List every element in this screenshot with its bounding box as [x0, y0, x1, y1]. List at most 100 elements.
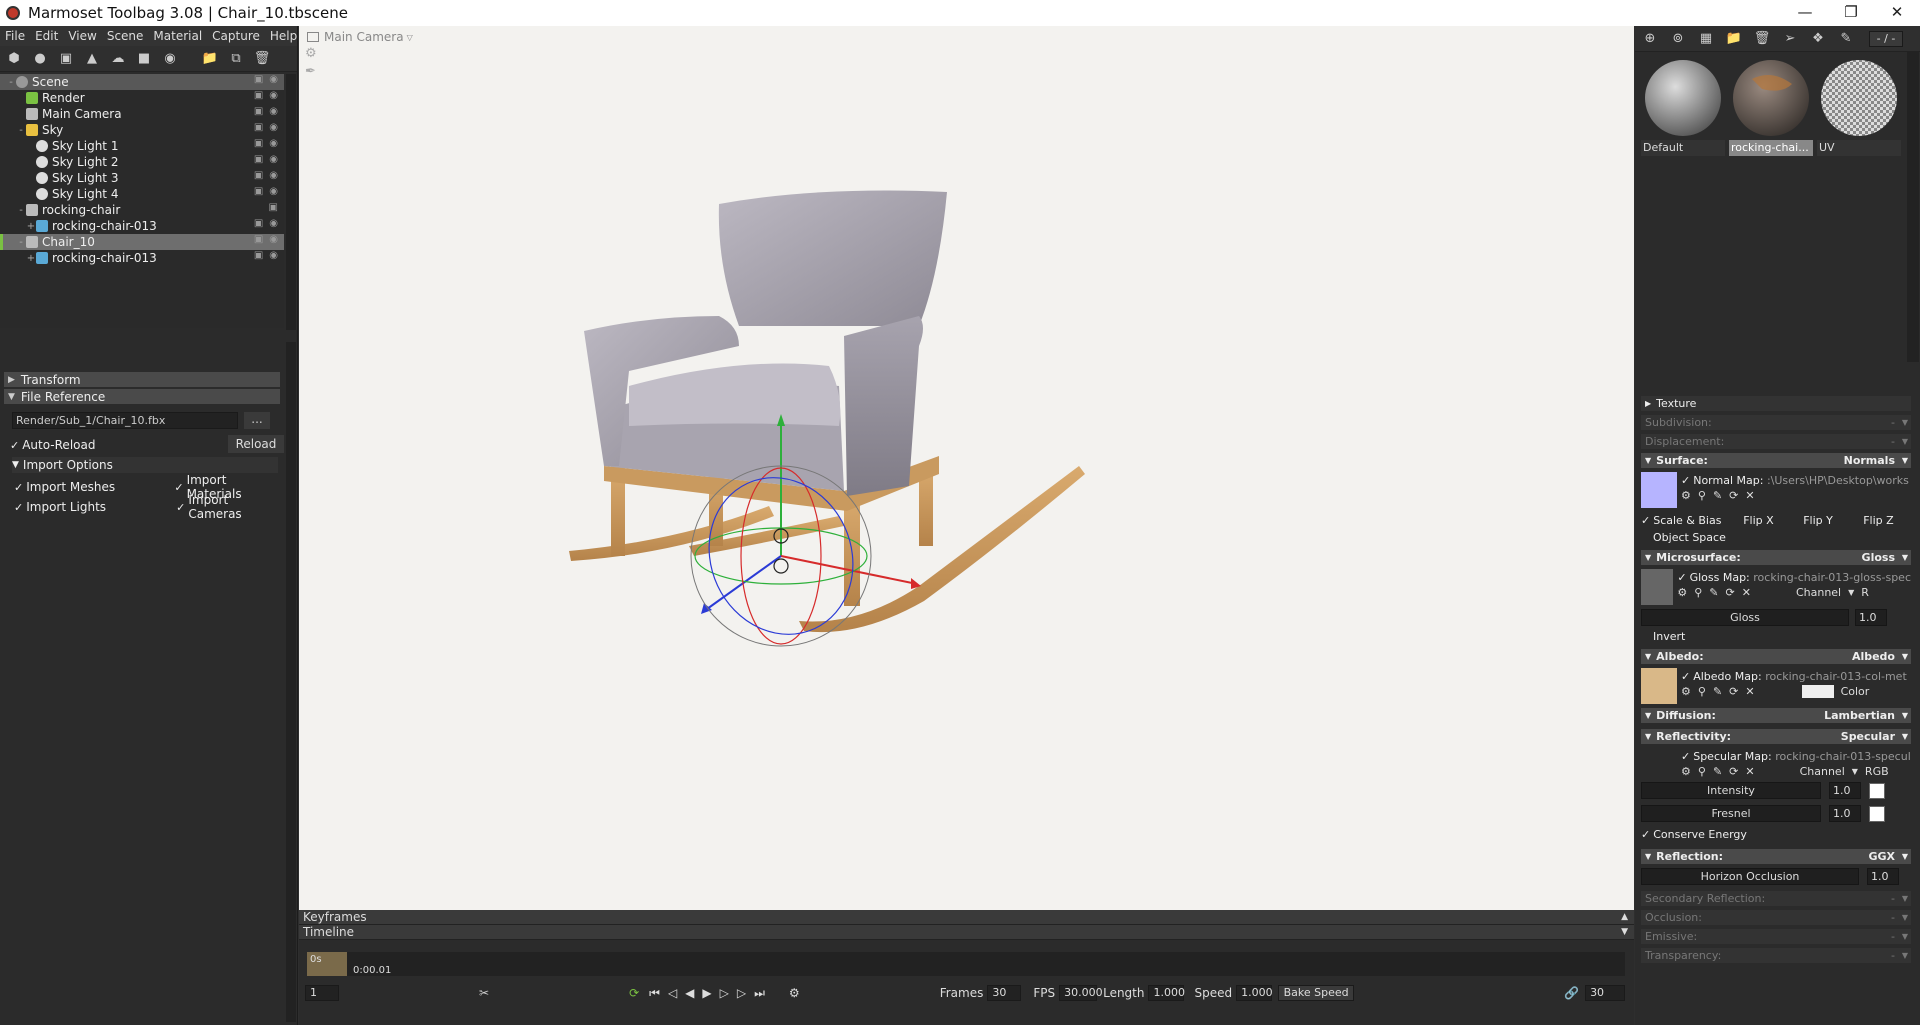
- restore-icon[interactable]: ❐: [1828, 0, 1874, 26]
- visibility-eye-icon[interactable]: ◉: [269, 170, 278, 181]
- lock-icon[interactable]: ▣: [254, 138, 263, 149]
- scene-tree-item[interactable]: Sky Light 4 ▣ ◉: [0, 186, 284, 202]
- subdivision-section[interactable]: Subdivision: - ▼: [1641, 415, 1911, 430]
- reflection-section[interactable]: ▼ Reflection: GGX ▼: [1641, 849, 1911, 864]
- normal-map-thumbnail[interactable]: [1641, 472, 1677, 508]
- lock-icon[interactable]: ▣: [254, 218, 263, 229]
- scene-tree-item[interactable]: Main Camera ▣ ◉: [0, 106, 284, 122]
- minimize-icon[interactable]: —: [1782, 0, 1828, 26]
- texture-section[interactable]: ▶ Texture: [1641, 396, 1911, 411]
- diffusion-value[interactable]: Lambertian: [1824, 709, 1895, 722]
- search-icon[interactable]: ⚲: [1698, 489, 1706, 502]
- fresnel-value[interactable]: 1.0: [1829, 805, 1861, 822]
- gloss-map-path[interactable]: rocking-chair-013-gloss-spec: [1753, 571, 1911, 584]
- skip-end-icon[interactable]: ⏭: [754, 986, 765, 1001]
- reflectivity-section[interactable]: ▼ Reflectivity: Specular ▼: [1641, 729, 1911, 744]
- close-icon[interactable]: ✕: [1742, 586, 1751, 599]
- scene-tree-item[interactable]: Sky Light 1 ▣ ◉: [0, 138, 284, 154]
- add-turntable-icon[interactable]: ◉: [160, 50, 180, 68]
- import-options-section[interactable]: ▼ Import Options: [12, 457, 278, 473]
- reflection-value[interactable]: GGX: [1868, 850, 1895, 863]
- add-fog-icon[interactable]: ☁: [108, 50, 128, 68]
- fresnel-slider[interactable]: Fresnel: [1641, 805, 1821, 822]
- occlusion-section[interactable]: Occlusion: - ▼: [1641, 910, 1911, 925]
- lock-icon[interactable]: ▣: [269, 202, 278, 213]
- refresh-icon[interactable]: ⟳: [1729, 685, 1738, 698]
- normal-map-path[interactable]: :\Users\HP\Desktop\works: [1767, 474, 1909, 487]
- import-cameras-checkbox[interactable]: ✓: [176, 501, 185, 514]
- scene-tree-item[interactable]: - Sky ▣ ◉: [0, 122, 284, 138]
- material-rocking-chair[interactable]: rocking-chai...: [1729, 56, 1813, 156]
- close-icon[interactable]: ✕: [1745, 685, 1754, 698]
- settings-icon[interactable]: ⚙: [1681, 489, 1691, 502]
- gloss-slider[interactable]: Gloss: [1641, 609, 1849, 626]
- import-meshes-checkbox[interactable]: ✓: [14, 481, 23, 494]
- prev-key-icon[interactable]: ◁: [668, 986, 677, 1000]
- lock-icon[interactable]: ▣: [254, 186, 263, 197]
- close-icon[interactable]: ✕: [1745, 489, 1754, 502]
- visibility-eye-icon[interactable]: ◉: [269, 90, 278, 101]
- end-frame-field[interactable]: 30: [1585, 985, 1626, 1001]
- dropdown-icon[interactable]: ▼: [1852, 767, 1858, 776]
- add-light-icon[interactable]: ●: [30, 50, 50, 68]
- color-swatch[interactable]: [1801, 685, 1834, 698]
- search-icon[interactable]: ⚲: [1698, 685, 1706, 698]
- lock-icon[interactable]: ▣: [254, 250, 263, 261]
- flip-z-checkbox[interactable]: Flip Z: [1863, 514, 1893, 527]
- specular-map-path[interactable]: rocking-chair-013-specul: [1775, 750, 1911, 763]
- horizon-occlusion-value[interactable]: 1.0: [1867, 868, 1899, 885]
- transform-section[interactable]: ▶ Transform: [4, 372, 280, 387]
- intensity-value[interactable]: 1.0: [1829, 782, 1861, 799]
- keyframes-header[interactable]: Keyframes ▲: [299, 910, 1634, 925]
- refresh-icon[interactable]: ⟳: [1729, 765, 1738, 778]
- settings-icon[interactable]: ⚙: [1681, 685, 1691, 698]
- search-icon[interactable]: ⚲: [1694, 586, 1702, 599]
- collapse-icon[interactable]: -: [6, 77, 16, 88]
- refresh-icon[interactable]: ⟳: [1726, 586, 1735, 599]
- expand-icon[interactable]: ▲: [1621, 910, 1628, 925]
- dropdown-icon[interactable]: ▼: [1848, 588, 1854, 597]
- intensity-color-swatch[interactable]: [1869, 782, 1885, 799]
- collapse-icon[interactable]: ▼: [1621, 925, 1628, 940]
- file-reference-section[interactable]: ▼ File Reference: [4, 389, 280, 404]
- 3d-viewport[interactable]: Main Camera ▽ ⚙ ✒: [299, 26, 1634, 910]
- close-icon[interactable]: ✕: [1745, 765, 1754, 778]
- file-path-field[interactable]: Render/Sub_1/Chair_10.fbx: [12, 412, 238, 429]
- lock-icon[interactable]: ▣: [254, 154, 263, 165]
- bake-speed-button[interactable]: Bake Speed: [1278, 985, 1355, 1001]
- reload-button[interactable]: Reload: [228, 435, 284, 453]
- add-baker-icon[interactable]: ■: [134, 50, 154, 68]
- normal-map-checkbox[interactable]: ✓: [1681, 474, 1690, 487]
- open-folder-icon[interactable]: 📁: [1725, 30, 1743, 48]
- collapse-icon[interactable]: -: [16, 205, 26, 216]
- timeline-header[interactable]: Timeline ▼: [299, 925, 1634, 940]
- prev-frame-icon[interactable]: ◀: [685, 986, 694, 1000]
- flip-y-checkbox[interactable]: Flip Y: [1803, 514, 1863, 527]
- compass-icon[interactable]: ❖: [1809, 30, 1827, 48]
- expand-icon[interactable]: +: [26, 221, 36, 232]
- scene-tree-item[interactable]: - Chair_10 ▣ ◉: [0, 234, 284, 250]
- open-folder-icon[interactable]: 📁: [200, 50, 220, 68]
- scissors-icon[interactable]: ✂: [479, 986, 489, 1000]
- lock-icon[interactable]: ▣: [254, 234, 263, 245]
- gloss-map-checkbox[interactable]: ✓: [1677, 571, 1686, 584]
- albedo-map-checkbox[interactable]: ✓: [1681, 670, 1690, 683]
- displacement-section[interactable]: Displacement: - ▼: [1641, 434, 1911, 449]
- add-material-icon[interactable]: ⊕: [1641, 30, 1659, 48]
- fps-field[interactable]: 30.000: [1059, 985, 1103, 1001]
- conserve-energy-checkbox[interactable]: ✓: [1641, 828, 1650, 841]
- scale-bias-checkbox[interactable]: ✓: [1641, 514, 1650, 527]
- albedo-map-thumbnail[interactable]: [1641, 668, 1677, 704]
- lock-icon[interactable]: ▣: [254, 122, 263, 133]
- import-materials-checkbox[interactable]: ✓: [174, 481, 183, 494]
- menu-file[interactable]: File: [0, 29, 30, 43]
- frames-field[interactable]: 30: [987, 985, 1022, 1001]
- browse-button[interactable]: ...: [244, 412, 270, 429]
- visibility-eye-icon[interactable]: ◉: [269, 218, 278, 229]
- speed-field[interactable]: 1.000: [1236, 985, 1273, 1001]
- flip-x-checkbox[interactable]: Flip X: [1743, 514, 1803, 527]
- intensity-slider[interactable]: Intensity: [1641, 782, 1821, 799]
- microsurface-value[interactable]: Gloss: [1862, 551, 1895, 564]
- visibility-eye-icon[interactable]: ◉: [269, 74, 278, 85]
- visibility-eye-icon[interactable]: ◉: [269, 186, 278, 197]
